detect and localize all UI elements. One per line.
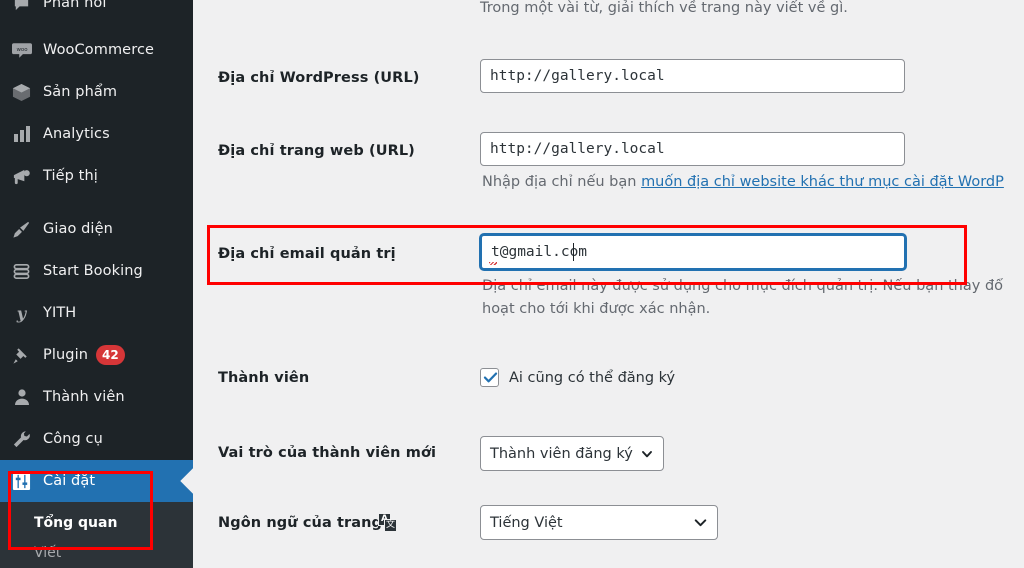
megaphone-icon	[11, 166, 32, 187]
svg-text:woo: woo	[16, 46, 28, 52]
comments-icon	[11, 0, 32, 14]
woocommerce-icon: woo	[11, 40, 32, 61]
membership-label: Thành viên	[218, 370, 310, 386]
anyone-can-register-label: Ai cũng có thể đăng ký	[509, 370, 676, 386]
plug-icon	[11, 345, 32, 366]
admin-email-input[interactable]	[480, 234, 906, 270]
admin-email-help-line1: Địa chỉ email này được sử dụng cho mục đ…	[482, 278, 1004, 294]
sidebar-item-users[interactable]: Thành viên	[0, 376, 193, 418]
booking-icon	[11, 261, 32, 282]
admin-sidebar: Phản hồi woo WooCommerce Sản phẩm Analyt…	[0, 0, 193, 568]
submenu-item-writing[interactable]: Viết	[0, 538, 193, 568]
tagline-help-text: Trong một vài từ, giải thích về trang nà…	[480, 0, 848, 16]
wordpress-address-input[interactable]	[480, 59, 905, 93]
yith-icon: y	[11, 303, 32, 324]
sidebar-item-label: Plugin	[43, 347, 88, 363]
sidebar-item-label: Start Booking	[43, 263, 143, 279]
sidebar-separator	[0, 197, 193, 208]
default-role-label: Vai trò của thành viên mới	[218, 445, 437, 461]
sidebar-item-label: Cài đặt	[43, 473, 96, 489]
sidebar-item-label: YITH	[43, 305, 77, 321]
sidebar-item-settings[interactable]: Cài đặt	[0, 460, 193, 502]
svg-text:y: y	[16, 304, 28, 323]
site-address-help: Nhập địa chỉ nếu bạn muốn địa chỉ websit…	[482, 174, 1004, 190]
paintbrush-icon	[11, 219, 32, 240]
sidebar-item-products[interactable]: Sản phẩm	[0, 71, 193, 113]
submenu-item-label: Viết	[34, 545, 62, 561]
sidebar-item-tools[interactable]: Công cụ	[0, 418, 193, 460]
site-address-help-link[interactable]: muốn địa chỉ website khác thư mục cài đặ…	[641, 174, 1004, 190]
sidebar-item-start-booking[interactable]: Start Booking	[0, 250, 193, 292]
sidebar-item-label: Tiếp thị	[43, 168, 98, 184]
default-role-value: Thành viên đăng ký	[490, 445, 633, 462]
chevron-down-icon	[640, 447, 654, 461]
submenu-item-label: Tổng quan	[34, 515, 118, 531]
admin-email-label: Địa chỉ email quản trị	[218, 246, 396, 262]
default-role-select[interactable]: Thành viên đăng ký	[480, 436, 664, 471]
sidebar-item-woocommerce[interactable]: woo WooCommerce	[0, 29, 193, 71]
settings-form-main: Trong một vài từ, giải thích về trang nà…	[193, 0, 1024, 568]
sidebar-separator	[0, 18, 193, 29]
submenu-item-general[interactable]: Tổng quan	[0, 508, 193, 538]
sidebar-item-yith[interactable]: y YITH	[0, 292, 193, 334]
site-language-value: Tiếng Việt	[490, 514, 563, 531]
sidebar-item-label: WooCommerce	[43, 42, 155, 58]
sidebar-item-marketing[interactable]: Tiếp thị	[0, 155, 193, 197]
sidebar-item-comments[interactable]: Phản hồi	[0, 0, 193, 18]
sidebar-item-plugins[interactable]: Plugin 42	[0, 334, 193, 376]
site-language-label: Ngôn ngữ của trang	[218, 515, 383, 531]
settings-submenu: Tổng quan Viết	[0, 502, 193, 568]
sidebar-item-label: Sản phẩm	[43, 84, 118, 100]
translate-icon-cjk: 文	[384, 519, 397, 532]
sidebar-item-label: Giao diện	[43, 221, 113, 237]
current-menu-arrow-icon	[180, 460, 193, 502]
anyone-can-register-checkbox[interactable]	[480, 368, 499, 387]
spellcheck-underline	[489, 262, 497, 265]
bar-chart-icon	[11, 124, 32, 145]
site-address-label: Địa chỉ trang web (URL)	[218, 143, 415, 159]
wordpress-admin-settings-screen: Phản hồi woo WooCommerce Sản phẩm Analyt…	[0, 0, 1024, 568]
translate-icon: A 文	[378, 513, 397, 532]
sidebar-item-appearance[interactable]: Giao diện	[0, 208, 193, 250]
settings-sliders-icon	[11, 471, 32, 492]
sidebar-item-label: Công cụ	[43, 431, 103, 447]
site-address-input[interactable]	[480, 132, 905, 166]
site-language-select[interactable]: Tiếng Việt	[480, 505, 718, 540]
products-box-icon	[11, 82, 32, 103]
wordpress-address-label: Địa chỉ WordPress (URL)	[218, 70, 420, 86]
sidebar-item-label: Analytics	[43, 126, 110, 142]
chevron-down-icon	[693, 515, 708, 530]
user-icon	[11, 387, 32, 408]
admin-email-help-line2: hoạt cho tới khi được xác nhận.	[482, 301, 711, 317]
wrench-icon	[11, 429, 32, 450]
plugin-update-badge: 42	[96, 345, 125, 365]
site-address-help-prefix: Nhập địa chỉ nếu bạn	[482, 174, 642, 190]
sidebar-item-label: Phản hồi	[43, 0, 107, 11]
sidebar-item-analytics[interactable]: Analytics	[0, 113, 193, 155]
sidebar-item-label: Thành viên	[43, 389, 125, 405]
text-caret	[573, 243, 574, 261]
